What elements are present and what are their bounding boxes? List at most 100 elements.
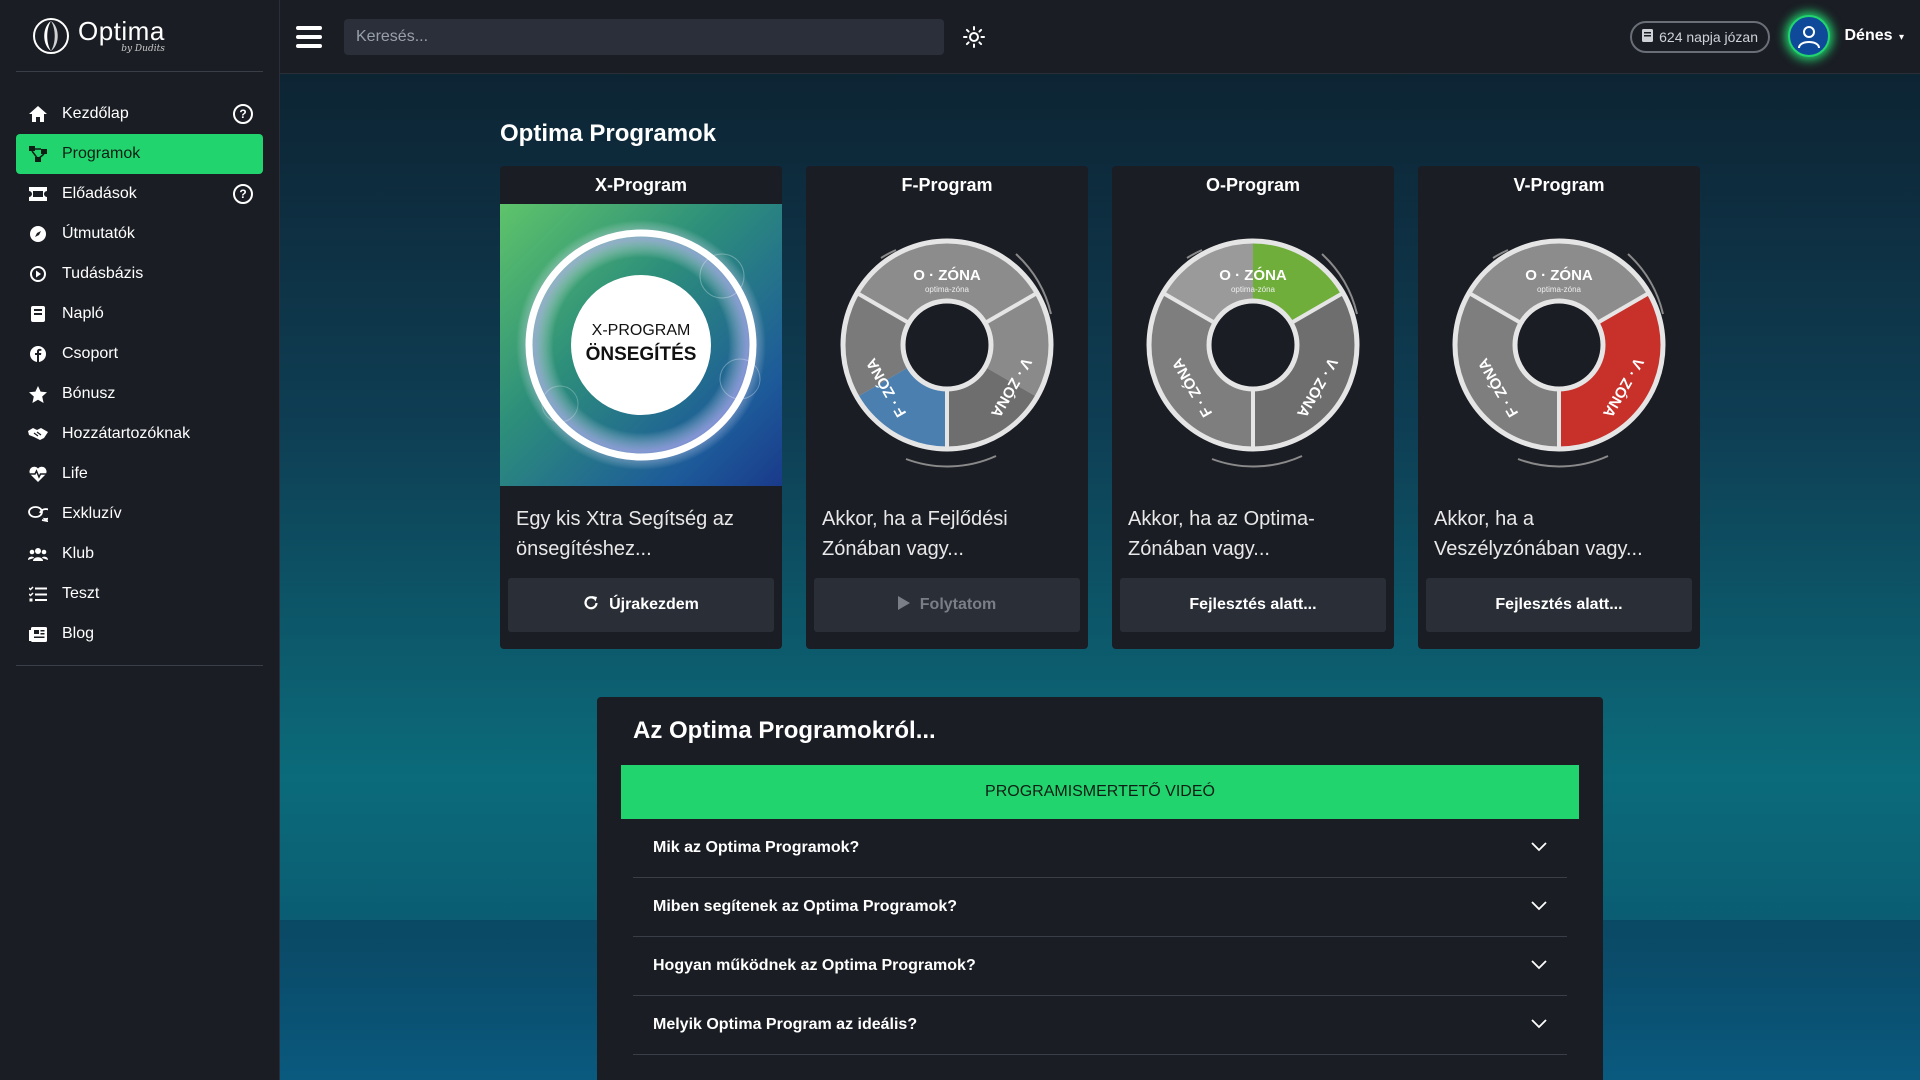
sidebar-item-utmutatok[interactable]: Útmutatók	[16, 214, 263, 254]
card-title: V-Program	[1513, 174, 1605, 195]
logo-icon	[32, 17, 70, 55]
faq-question: Miben segítenek az Optima Programok?	[653, 898, 958, 915]
sidebar-item-tudasbazis[interactable]: Tudásbázis	[16, 254, 263, 294]
username: Dénes	[1844, 27, 1893, 44]
card-description: Egy kis Xtra Segítség az önsegítéshez...	[516, 508, 734, 560]
refresh-icon	[583, 595, 599, 616]
list-check-icon	[28, 584, 48, 604]
network-icon	[28, 144, 48, 164]
continue-button[interactable]: Folytatom	[814, 578, 1080, 632]
caret-down-icon: ▾	[1898, 32, 1904, 43]
sidebar-item-label: Blog	[62, 625, 95, 642]
program-card-o: O-Program O · ZÓNA optima-zóna F · ZÓNA …	[1112, 166, 1394, 649]
home-icon	[28, 104, 48, 124]
sidebar-item-programok[interactable]: Programok	[16, 134, 263, 174]
about-title: Az Optima Programokról...	[633, 717, 936, 744]
card-title: X-Program	[594, 174, 688, 195]
sober-days-text: 624 napja józan	[1659, 29, 1758, 45]
user-menu[interactable]: Dénes ▾	[1844, 27, 1904, 45]
chevron-down-icon	[1531, 839, 1547, 857]
program-cards: X-Program X-PROGRAM ÖNSEGÍTÉS Egy kis Xt…	[500, 166, 1700, 649]
sidebar-item-klub[interactable]: Klub	[16, 534, 263, 574]
in-development-label: Fejlesztés alatt...	[1189, 596, 1317, 613]
chevron-down-icon	[1531, 957, 1547, 975]
help-icon[interactable]: ?	[233, 104, 253, 124]
o-zone-label: O · ZÓNA	[913, 267, 981, 284]
logo-subtitle: by Dudits	[121, 43, 165, 54]
avatar[interactable]	[1788, 15, 1830, 57]
sidebar-item-kezdolap[interactable]: Kezdőlap ?	[16, 94, 263, 134]
sidebar-item-bonusz[interactable]: Bónusz	[16, 374, 263, 414]
theme-toggle-sun-icon[interactable]	[962, 25, 986, 49]
zone-wheel-f: O · ZÓNA optima-zóna F · ZÓNA V · ZÓNA	[806, 204, 1088, 486]
faq-item[interactable]: Miben segítenek az Optima Programok?	[633, 878, 1567, 937]
continue-button-label: Folytatom	[919, 596, 997, 613]
zone-wheel-graphic	[840, 238, 1054, 468]
faq-item[interactable]: Melyik Optima Program az ideális?	[633, 996, 1567, 1055]
ticket-icon	[28, 184, 48, 204]
card-title: O-Program	[1205, 174, 1301, 195]
program-video-button[interactable]: PROGRAMISMERTETŐ VIDEÓ	[621, 765, 1579, 819]
in-development-button[interactable]: Fejlesztés alatt...	[1120, 578, 1386, 632]
program-card-v: V-Program O · ZÓNA optima-zóna F · ZÓNA	[1418, 166, 1700, 649]
zone-wheel-o: O · ZÓNA optima-zóna F · ZÓNA V · ZÓNA	[1112, 204, 1394, 486]
sidebar-item-label: Programok	[62, 145, 141, 162]
chevron-down-icon	[1531, 1016, 1547, 1034]
program-card-x: X-Program X-PROGRAM ÖNSEGÍTÉS Egy kis Xt…	[500, 166, 782, 649]
compass-icon	[28, 224, 48, 244]
faq-item[interactable]: Mik az Optima Programok?	[633, 819, 1567, 878]
sidebar-item-label: Klub	[62, 545, 95, 562]
sidebar-item-label: Előadások	[62, 185, 137, 202]
about-panel: Az Optima Programokról... PROGRAMISMERTE…	[597, 697, 1603, 1080]
faq-accordion: Mik az Optima Programok? Miben segítenek…	[633, 819, 1567, 1055]
sidebar-item-label: Kezdőlap	[62, 105, 129, 122]
newspaper-icon	[28, 624, 48, 644]
faq-question: Hogyan működnek az Optima Programok?	[653, 957, 976, 974]
x-program-label: X-PROGRAM	[591, 322, 691, 339]
help-icon[interactable]: ?	[233, 184, 253, 204]
sidebar-item-hozzatartozoknak[interactable]: Hozzátartozóknak	[16, 414, 263, 454]
sidebar-item-label: Exkluzív	[62, 505, 122, 522]
play-icon	[897, 595, 910, 615]
heart-pulse-icon	[28, 464, 48, 484]
play-circle-icon	[28, 264, 48, 284]
chat-icon	[28, 504, 48, 524]
logo[interactable]: Optima by Dudits	[16, 0, 263, 72]
sidebar-item-label: Útmutatók	[62, 225, 135, 242]
card-title: F-Program	[901, 174, 993, 195]
faq-question: Mik az Optima Programok?	[653, 839, 860, 856]
users-icon	[28, 544, 48, 564]
sidebar-item-eloadasok[interactable]: Előadások ?	[16, 174, 263, 214]
chevron-down-icon	[1531, 898, 1547, 916]
sidebar-item-csoport[interactable]: Csoport	[16, 334, 263, 374]
restart-button[interactable]: Újrakezdem	[508, 578, 774, 632]
sidebar-nav: Kezdőlap ? Programok Előadások ? Útmutat…	[16, 94, 263, 654]
o-zone-sublabel: optima-zóna	[1536, 285, 1582, 294]
main-content: Optima Programok X-Program X-PROGRAM ÖNS…	[280, 74, 1920, 1080]
sidebar-item-naplo[interactable]: Napló	[16, 294, 263, 334]
book-icon	[1642, 29, 1654, 45]
zone-wheel-v: O · ZÓNA optima-zóna F · ZÓNA V · ZÓNA	[1418, 204, 1700, 486]
sober-days-badge[interactable]: 624 napja józan	[1630, 21, 1770, 53]
sidebar-item-exkluziv[interactable]: Exkluzív	[16, 494, 263, 534]
in-development-button[interactable]: Fejlesztés alatt...	[1426, 578, 1692, 632]
sidebar-item-label: Csoport	[62, 345, 119, 362]
o-zone-label: O · ZÓNA	[1219, 267, 1287, 284]
sidebar-item-blog[interactable]: Blog	[16, 614, 263, 654]
zone-wheel-graphic	[1146, 238, 1360, 468]
card-description: Akkor, ha a Fejlődési Zónában vagy...	[822, 508, 1008, 560]
sidebar-item-life[interactable]: Life	[16, 454, 263, 494]
faq-item[interactable]: Hogyan működnek az Optima Programok?	[633, 937, 1567, 996]
sidebar: Optima by Dudits Kezdőlap ? Programok El…	[0, 0, 280, 1080]
sidebar-item-teszt[interactable]: Teszt	[16, 574, 263, 614]
logo-title: Optima	[78, 15, 165, 46]
card-description: Akkor, ha a Veszélyzónában vagy...	[1434, 508, 1643, 560]
search-input[interactable]	[344, 18, 944, 55]
menu-icon[interactable]	[296, 25, 322, 48]
sidebar-divider	[16, 665, 263, 666]
handshake-icon	[28, 424, 48, 444]
sidebar-item-label: Tudásbázis	[62, 265, 144, 282]
sidebar-item-label: Bónusz	[62, 385, 116, 402]
sidebar-item-label: Life	[62, 465, 88, 482]
in-development-label: Fejlesztés alatt...	[1495, 596, 1623, 613]
